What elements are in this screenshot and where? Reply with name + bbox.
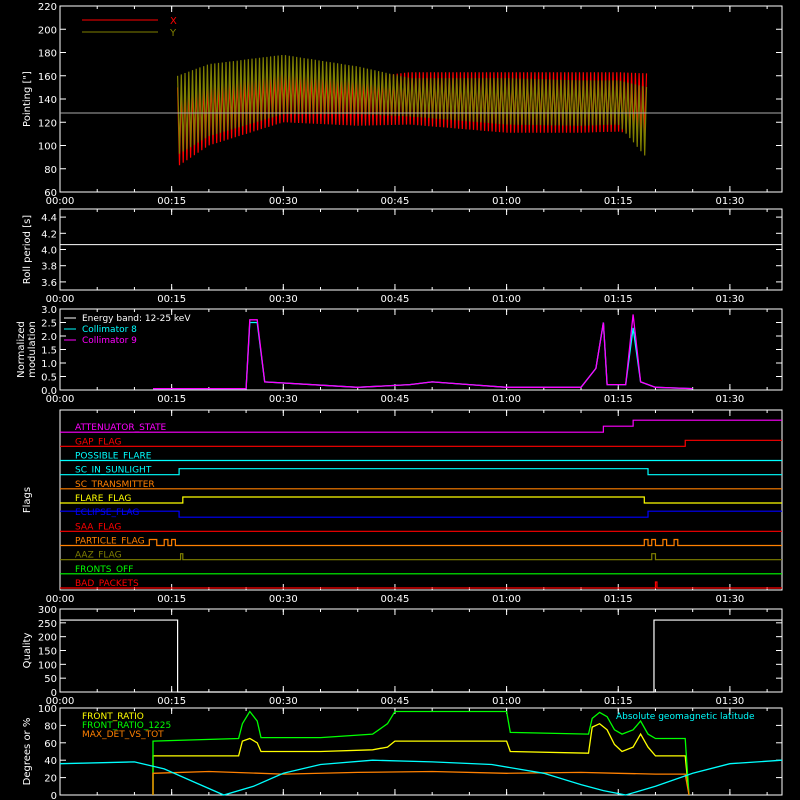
x-tick-label: 00:15 — [157, 394, 186, 405]
legend-label: Energy band: 12-25 keV — [82, 314, 191, 324]
y-tick-label: 40 — [44, 756, 57, 767]
x-tick-label: 00:00 — [46, 294, 75, 305]
y-tick-label: 160 — [38, 72, 57, 83]
x-tick-label: 00:15 — [157, 696, 186, 707]
x-tick-label: 00:45 — [381, 594, 410, 605]
x-tick-label: 00:30 — [269, 594, 298, 605]
y-tick-label: 300 — [38, 605, 57, 616]
y-tick-label: 1.0 — [41, 359, 57, 370]
y-tick-label: 3.8 — [41, 262, 57, 273]
x-tick-label: 01:00 — [492, 594, 521, 605]
legend-label: Y — [169, 28, 177, 39]
x-tick-label: 01:30 — [715, 594, 744, 605]
y-axis-label: Roll period [s] — [22, 215, 33, 284]
y-axis-label: Normalized — [16, 321, 27, 378]
x-tick-label: 01:00 — [492, 394, 521, 405]
flag-label: POSSIBLE_FLARE — [75, 452, 152, 462]
x-tick-label: 01:30 — [715, 696, 744, 707]
y-tick-label: 200 — [38, 633, 57, 644]
y-tick-label: 200 — [38, 25, 57, 36]
flag-label: SC_IN_SUNLIGHT — [75, 466, 152, 476]
y-tick-label: 20 — [44, 774, 57, 785]
flag-label: PARTICLE_FLAG — [75, 537, 145, 547]
legend-label: Collimator 9 — [82, 336, 137, 346]
x-tick-label: 01:15 — [604, 594, 633, 605]
legend-label: MAX_DET_VS_TOT — [82, 730, 164, 740]
x-tick-label: 00:30 — [269, 394, 298, 405]
x-tick-label: 00:45 — [381, 394, 410, 405]
x-tick-label: 00:30 — [269, 294, 298, 305]
y-tick-label: 80 — [44, 721, 57, 732]
y-tick-label: 220 — [38, 2, 57, 13]
x-tick-label: 00:15 — [157, 594, 186, 605]
flag-label: FRONTS_OFF — [75, 565, 133, 575]
y-axis-label: modulation — [27, 321, 38, 378]
figure: 00:00 00:15 00:30 00:45 01:00 01:15 01:30 60 80 1… — [0, 0, 800, 800]
y-tick-label: 4.2 — [41, 229, 57, 240]
x-tick-label: 00:15 — [157, 196, 186, 207]
y-tick-label: 50 — [44, 674, 57, 685]
y-tick-label: 100 — [38, 660, 57, 671]
y-tick-label: 250 — [38, 619, 57, 630]
x-tick-label: 00:45 — [381, 696, 410, 707]
x-tick-label: 01:15 — [604, 394, 633, 405]
legend-label: Absolute geomagnetic latitude — [616, 712, 755, 722]
flag-label: ATTENUATOR_STATE — [75, 423, 167, 433]
flag-label: GAP_FLAG — [75, 437, 121, 447]
flag-label: AAZ_FLAG — [75, 551, 122, 561]
x-tick-label: 01:00 — [492, 196, 521, 207]
y-tick-label: 180 — [38, 49, 57, 60]
y-tick-label: 80 — [44, 165, 57, 176]
flag-label: FLARE_FLAG — [75, 494, 131, 504]
y-tick-label: 1.5 — [41, 346, 57, 357]
legend-label: X — [170, 16, 177, 27]
flag-label: SC_TRANSMITTER — [75, 480, 155, 490]
x-tick-label: 00:30 — [269, 196, 298, 207]
x-tick-label: 00:15 — [157, 294, 186, 305]
y-axis-label: Degrees or % — [22, 718, 33, 786]
y-tick-label: 4.4 — [41, 213, 57, 224]
x-tick-label: 01:30 — [715, 196, 744, 207]
y-axis-label: Flags — [22, 487, 33, 513]
flag-label: BAD_PACKETS — [75, 579, 139, 589]
x-tick-label: 00:00 — [46, 594, 75, 605]
x-tick-label: 01:15 — [604, 696, 633, 707]
y-tick-label: 0.5 — [41, 373, 57, 384]
y-tick-label: 60 — [44, 188, 57, 199]
x-tick-label: 01:15 — [604, 294, 633, 305]
x-tick-label: 01:00 — [492, 294, 521, 305]
legend-label: Collimator 8 — [82, 325, 137, 335]
y-tick-label: 0.0 — [41, 386, 57, 397]
y-tick-label: 150 — [38, 647, 57, 658]
x-tick-label: 01:00 — [492, 696, 521, 707]
y-tick-label: 3.0 — [41, 305, 57, 316]
flag-label: SAA_FLAG — [75, 522, 121, 532]
x-tick-label: 00:45 — [381, 196, 410, 207]
y-tick-label: 3.6 — [41, 278, 57, 289]
x-tick-label: 00:30 — [269, 696, 298, 707]
x-tick-label: 01:30 — [715, 294, 744, 305]
y-tick-label: 0 — [51, 791, 57, 800]
y-tick-label: 2.0 — [41, 332, 57, 343]
y-tick-label: 2.5 — [41, 319, 57, 330]
y-axis-label: Pointing ["] — [22, 71, 33, 127]
y-tick-label: 100 — [38, 142, 57, 153]
x-tick-label: 00:45 — [381, 294, 410, 305]
y-tick-label: 60 — [44, 739, 57, 750]
y-tick-label: 4.0 — [41, 246, 57, 257]
y-tick-label: 100 — [38, 704, 57, 715]
y-tick-label: 120 — [38, 118, 57, 129]
y-tick-label: 140 — [38, 95, 57, 106]
y-tick-label: 0 — [51, 688, 57, 699]
flag-label: ECLIPSE_FLAG — [75, 508, 139, 518]
x-tick-label: 01:30 — [715, 394, 744, 405]
x-tick-label: 01:15 — [604, 196, 633, 207]
y-axis-label: Quality — [22, 633, 33, 669]
